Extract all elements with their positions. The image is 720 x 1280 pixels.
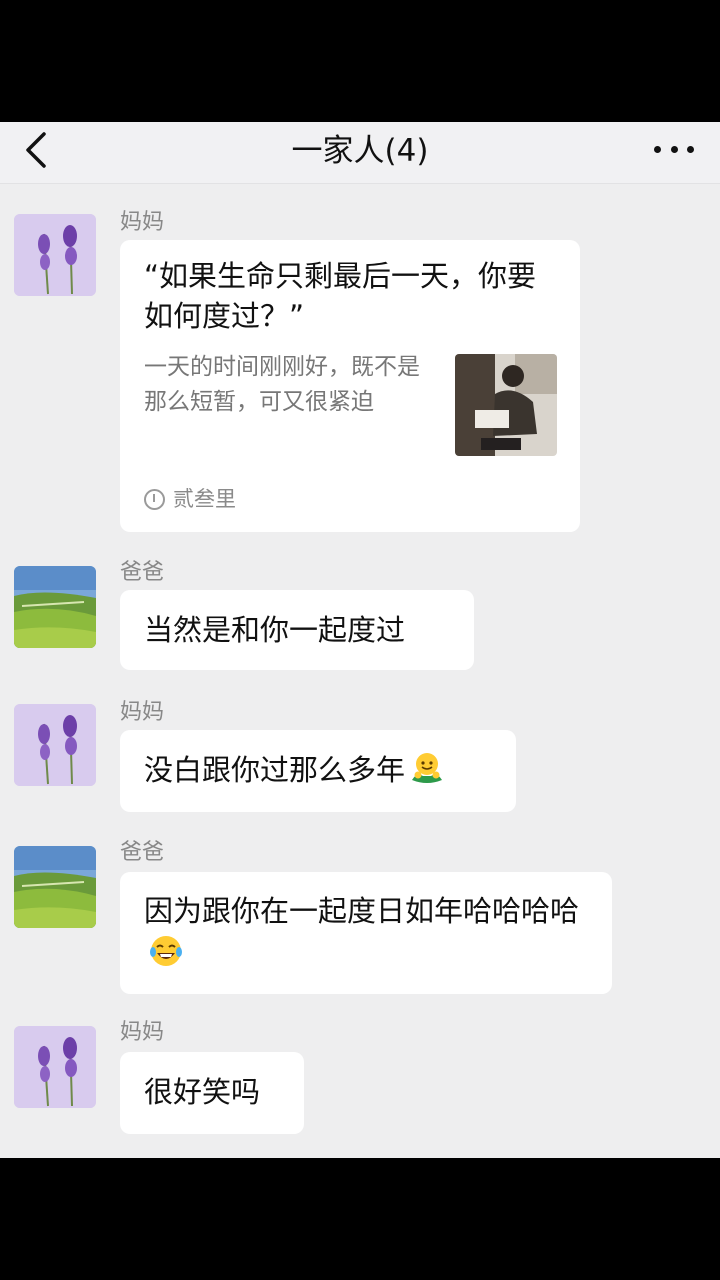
message-bubble[interactable]: 很好笑吗 — [120, 1052, 304, 1134]
message-bubble[interactable]: 当然是和你一起度过 — [120, 590, 474, 670]
message-bubble[interactable]: 因为跟你在一起度日如年哈哈哈哈 — [120, 872, 612, 994]
message-text: 很好笑吗 — [144, 1075, 261, 1109]
message-item: 爸爸 因为跟你在一起度日如年哈哈哈哈 — [0, 840, 720, 1000]
tears-of-joy-emoji-icon — [150, 936, 182, 966]
link-thumbnail — [455, 354, 557, 456]
chat-title: 一家人(4) — [291, 133, 429, 169]
hug-emoji-icon — [412, 753, 443, 783]
link-description: 一天的时间刚刚好，既不是那么短暂，可又很紧迫 — [144, 354, 420, 415]
more-dot — [654, 145, 661, 153]
more-dot — [670, 145, 678, 153]
message-item: 妈妈 “如果生命只剩最后一天，你要如何度过？” 一天的时间刚刚好，既不是那么短暂… — [0, 210, 720, 540]
person-reading-thumbnail-icon — [455, 354, 557, 456]
message-item: 爸爸 当然是和你一起度过 — [0, 560, 720, 676]
message-text: 因为跟你在一起度日如年哈哈哈哈 — [144, 894, 580, 928]
link-card-bubble[interactable]: “如果生命只剩最后一天，你要如何度过？” 一天的时间刚刚好，既不是那么短暂，可又… — [120, 240, 580, 532]
sender-name: 妈妈 — [120, 700, 165, 725]
green-field-avatar-icon — [14, 566, 96, 648]
message-text: 没白跟你过那么多年 — [144, 753, 406, 787]
sender-name: 爸爸 — [120, 560, 165, 585]
sender-name: 妈妈 — [120, 1020, 165, 1045]
link-source-name: 贰叁里 — [173, 487, 236, 511]
avatar[interactable] — [14, 704, 96, 786]
link-title: “如果生命只剩最后一天，你要如何度过？” — [144, 259, 537, 333]
avatar[interactable] — [14, 566, 96, 648]
lavender-flower-avatar-icon — [14, 1026, 96, 1108]
top-bar: 一家人(4) — [0, 122, 720, 184]
message-item: 妈妈 很好笑吗 — [0, 1020, 720, 1140]
message-text: 当然是和你一起度过 — [144, 613, 406, 647]
lavender-flower-avatar-icon — [14, 214, 96, 296]
more-options-button[interactable] — [648, 126, 700, 172]
avatar[interactable] — [14, 846, 96, 928]
avatar[interactable] — [14, 214, 96, 296]
message-item: 妈妈 没白跟你过那么多年 — [0, 700, 720, 820]
green-field-avatar-icon — [14, 846, 96, 928]
source-clock-icon — [144, 488, 165, 510]
more-dot — [687, 145, 694, 153]
lavender-flower-avatar-icon — [14, 704, 96, 786]
link-source: 贰叁里 — [144, 486, 236, 512]
avatar[interactable] — [14, 1026, 96, 1108]
sender-name: 妈妈 — [120, 210, 165, 235]
sender-name: 爸爸 — [120, 840, 165, 865]
message-bubble[interactable]: 没白跟你过那么多年 — [120, 730, 516, 812]
chat-screen: 一家人(4) 妈妈 “如果生命只剩最后一天，你要如何度过？” 一天的时间刚刚好，… — [0, 122, 720, 1158]
